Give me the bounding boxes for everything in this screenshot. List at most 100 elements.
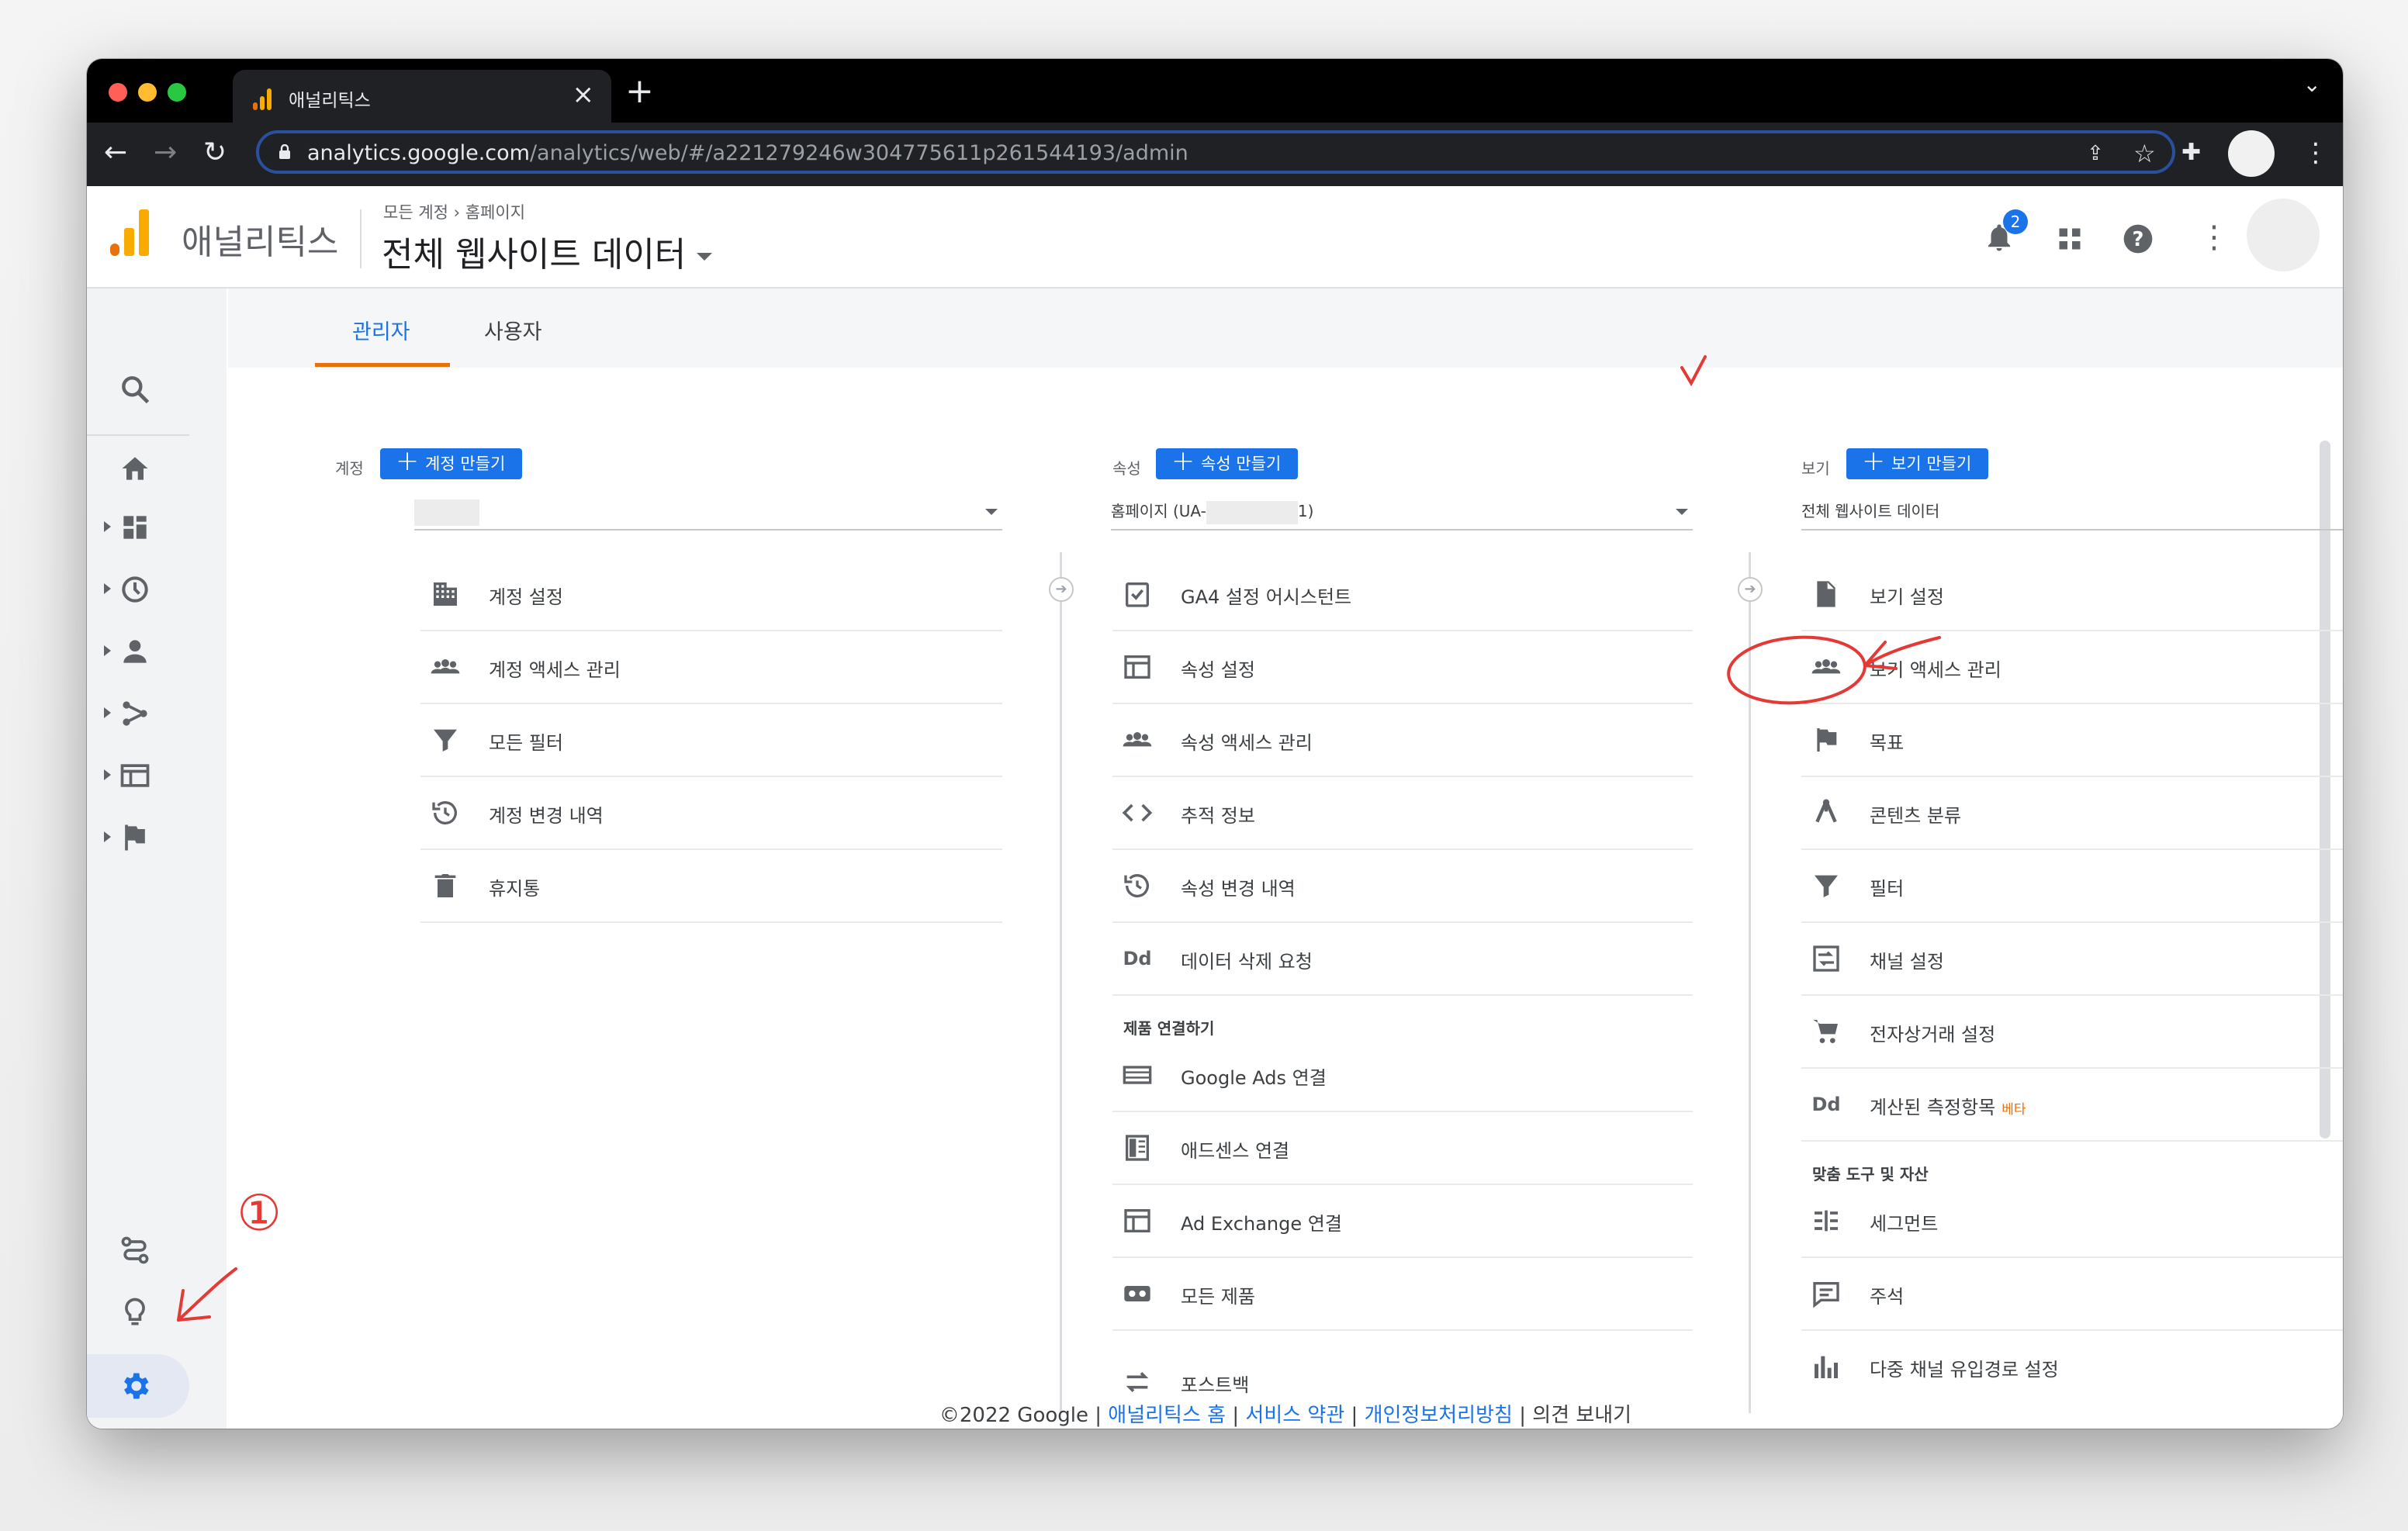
behavior-expand-icon[interactable] [104, 769, 111, 780]
tab-search-chevron-icon[interactable]: ⌄ [2303, 71, 2321, 97]
help-icon[interactable]: ? [2121, 222, 2155, 256]
ga4-setup-assistant-item[interactable]: GA4 설정 어시스턴트 [1112, 558, 1693, 631]
svg-text:?: ? [2133, 228, 2144, 251]
view-column-label: 보기 [1801, 459, 1830, 478]
browser-tab[interactable]: 애널리틱스 × [233, 70, 611, 123]
mcf-settings-item[interactable]: 다중 채널 유입경로 설정 [1801, 1331, 2343, 1404]
minimize-window-button[interactable] [138, 83, 157, 102]
account-select[interactable] [414, 493, 1002, 530]
trash-item[interactable]: 휴지통 [420, 850, 1002, 923]
property-change-history-item[interactable]: 속성 변경 내역 [1112, 850, 1693, 923]
view-selector[interactable]: 전체 웹사이트 데이터 [382, 226, 713, 276]
account-avatar[interactable] [2247, 199, 2320, 271]
apps-grid-icon[interactable] [2056, 225, 2084, 253]
property-access-item[interactable]: 속성 액세스 관리 [1112, 704, 1693, 777]
people-icon [1811, 659, 1841, 674]
history-icon [432, 801, 457, 825]
ad-exchange-linking-item[interactable]: Ad Exchange 연결 [1112, 1185, 1693, 1258]
lock-icon [279, 144, 290, 159]
create-property-button[interactable]: 속성 만들기 [1156, 446, 1299, 479]
redacted-property-id [1206, 500, 1298, 524]
audience-person-icon[interactable] [118, 634, 152, 669]
tab-close-icon[interactable]: × [573, 79, 595, 110]
adsense-linking-item[interactable]: 애드센스 연결 [1112, 1112, 1693, 1185]
all-filters-item[interactable]: 모든 필터 [420, 704, 1002, 777]
people-icon [1123, 732, 1152, 747]
view-select[interactable]: 전체 웹사이트 데이터 [1801, 493, 2343, 530]
ecommerce-settings-item[interactable]: 전자상거래 설정 [1801, 996, 2343, 1069]
more-options-icon[interactable]: ⋮ [2199, 217, 2230, 257]
active-tab-underline [315, 363, 450, 367]
customization-expand-icon[interactable] [104, 521, 111, 532]
create-view-button[interactable]: 보기 만들기 [1846, 446, 1989, 479]
property-settings-item[interactable]: 속성 설정 [1112, 631, 1693, 704]
view-settings-item[interactable]: 보기 설정 [1801, 558, 2343, 631]
property-select[interactable]: 홈페이지 (UA- 1) [1111, 493, 1693, 530]
create-account-button[interactable]: 계정 만들기 [380, 446, 523, 479]
account-access-item[interactable]: 계정 액세스 관리 [420, 631, 1002, 704]
back-icon[interactable]: ← [104, 135, 127, 171]
footer-link-analytics-home[interactable]: 애널리틱스 홈 [1108, 1404, 1226, 1427]
realtime-expand-icon[interactable] [104, 583, 111, 594]
close-window-button[interactable] [109, 83, 127, 102]
breadcrumb-property: 홈페이지 [465, 203, 526, 222]
footer-link-privacy[interactable]: 개인정보처리방침 [1365, 1404, 1513, 1427]
data-deletion-request-item[interactable]: Dd 데이터 삭제 요청 [1112, 923, 1693, 996]
zoom-window-button[interactable] [168, 83, 186, 102]
channel-settings-item[interactable]: 채널 설정 [1801, 923, 2343, 996]
acquisition-expand-icon[interactable] [104, 707, 111, 718]
segment-icon [1815, 1210, 1838, 1232]
browser-window: 애널리틱스 × + ⌄ ← → ↻ analytics.google.com/a… [87, 59, 2343, 1429]
new-tab-icon[interactable]: + [625, 70, 654, 113]
admin-subtabs: 관리자 사용자 [228, 289, 2343, 368]
browser-toolbar: ← → ↻ analytics.google.com/analytics/web… [87, 123, 2343, 186]
segments-item[interactable]: 세그먼트 [1801, 1185, 2343, 1258]
behavior-window-icon[interactable] [118, 759, 152, 793]
admin-gear-icon[interactable] [118, 1369, 152, 1403]
realtime-clock-icon[interactable] [118, 572, 152, 607]
search-icon[interactable] [118, 372, 152, 406]
view-filters-item[interactable]: 필터 [1801, 850, 2343, 923]
breadcrumb[interactable]: 모든 계정 › 홈페이지 [383, 200, 525, 223]
address-bar[interactable]: analytics.google.com/analytics/web/#/a22… [256, 130, 2175, 174]
extensions-puzzle-icon[interactable]: ✚ [2181, 135, 2201, 171]
history-icon [1124, 874, 1149, 898]
adsense-icon [1126, 1135, 1149, 1161]
account-settings-item[interactable]: 계정 설정 [420, 558, 1002, 631]
view-access-item[interactable]: 보기 액세스 관리 [1801, 631, 2343, 704]
tab-user[interactable]: 사용자 [484, 315, 542, 345]
browser-profile-avatar[interactable] [2228, 130, 2275, 177]
footer-link-terms[interactable]: 서비스 약관 [1245, 1404, 1344, 1427]
browser-menu-icon[interactable]: ⋮ [2302, 135, 2329, 171]
audience-expand-icon[interactable] [104, 645, 111, 656]
acquisition-fork-icon[interactable] [118, 696, 152, 731]
google-ads-linking-item[interactable]: Google Ads 연결 [1112, 1039, 1693, 1112]
goals-item[interactable]: 목표 [1801, 704, 2343, 777]
conversions-expand-icon[interactable] [104, 831, 111, 842]
content-grouping-item[interactable]: 콘텐츠 분류 [1801, 777, 2343, 850]
analytics-logo-icon[interactable] [110, 209, 149, 256]
custom-tools-section-heading: 맞춤 도구 및 자산 [1812, 1165, 1929, 1184]
tab-admin[interactable]: 관리자 [352, 315, 410, 345]
attribution-path-icon[interactable] [118, 1233, 152, 1267]
discover-lightbulb-icon[interactable] [118, 1295, 152, 1329]
property-dropdown-arrow-icon [1676, 509, 1688, 515]
column-divider-1 [1060, 552, 1062, 1413]
tab-title: 애널리틱스 [289, 91, 371, 111]
calculated-metrics-item[interactable]: Dd 계산된 측정항목 베타 [1801, 1069, 2343, 1142]
reload-icon[interactable]: ↻ [203, 135, 227, 171]
footer-feedback-link[interactable]: 의견 보내기 [1532, 1404, 1631, 1427]
annotations-item[interactable]: 주석 [1801, 1258, 2343, 1331]
ads-icon [1123, 1066, 1152, 1084]
forward-icon[interactable]: → [154, 135, 177, 171]
bookmark-star-icon[interactable]: ☆ [2133, 140, 2156, 168]
customization-dashboard-icon[interactable] [118, 510, 152, 544]
nav-divider [87, 434, 189, 436]
dd-icon: Dd [1811, 1094, 1841, 1115]
home-icon[interactable] [118, 451, 152, 486]
share-icon[interactable]: ⇪ [2087, 140, 2104, 168]
conversions-flag-icon[interactable] [118, 821, 152, 855]
tracking-info-item[interactable]: 추적 정보 [1112, 777, 1693, 850]
account-change-history-item[interactable]: 계정 변경 내역 [420, 777, 1002, 850]
all-products-item[interactable]: 모든 제품 [1112, 1258, 1693, 1331]
